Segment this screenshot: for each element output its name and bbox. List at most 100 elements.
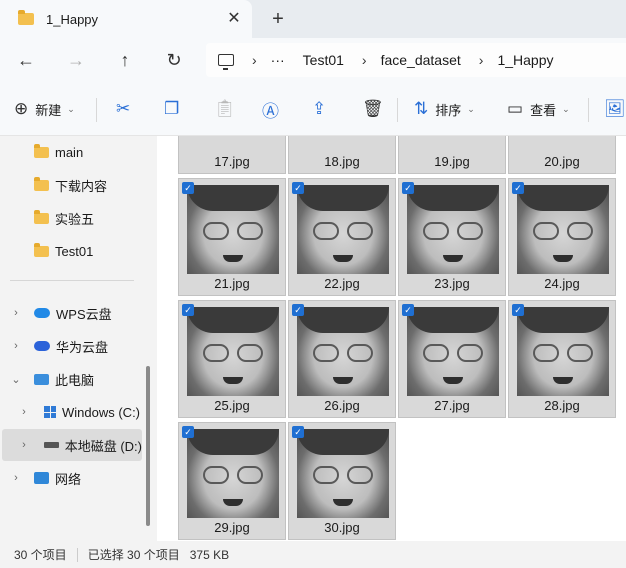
sidebar-item-label: main — [55, 144, 84, 160]
file-tile[interactable]: ✓ 28.jpg — [508, 300, 616, 418]
selection-checkbox[interactable]: ✓ — [512, 304, 524, 316]
selection-checkbox[interactable]: ✓ — [292, 182, 304, 194]
selection-checkbox[interactable]: ✓ — [402, 182, 414, 194]
file-tile[interactable]: 20.jpg — [508, 136, 616, 174]
chevron-right-icon[interactable]: › — [18, 439, 30, 451]
selection-checkbox[interactable]: ✓ — [512, 182, 524, 194]
new-button[interactable]: ⊕ 新建 ⌄ — [14, 97, 75, 121]
sidebar-item-downloads[interactable]: 下载内容 — [0, 169, 145, 201]
sort-label: 排序 — [435, 102, 462, 118]
file-tile[interactable]: ✓ 23.jpg — [398, 178, 506, 296]
up-button[interactable]: ↑ — [113, 48, 137, 72]
back-button[interactable]: ← — [14, 48, 38, 72]
sidebar-item-main[interactable]: main — [0, 136, 145, 168]
folder-icon — [34, 176, 49, 191]
view-button[interactable]: ▭ 查看 ⌄ — [507, 97, 570, 121]
file-tile[interactable]: ✓ 25.jpg — [178, 300, 286, 418]
copy-button[interactable]: ❐ — [164, 97, 179, 121]
trash-icon: 🗑︎ — [362, 99, 384, 118]
paste-button[interactable]: 📋︎ — [214, 97, 236, 121]
sidebar-item-local-disk-d[interactable]: › 本地磁盘 (D:) — [2, 429, 142, 461]
file-tile[interactable]: 17.jpg — [178, 136, 286, 174]
chevron-right-icon[interactable]: › — [10, 307, 22, 319]
rename-button[interactable]: Ⓐ — [262, 97, 279, 121]
delete-button[interactable]: 🗑︎ — [362, 97, 384, 121]
sidebar-item-network[interactable]: › 网络 — [0, 462, 145, 494]
selection-checkbox[interactable]: ✓ — [182, 426, 194, 438]
breadcrumb-more[interactable]: ··· — [271, 52, 285, 68]
breadcrumb-face-dataset[interactable]: face_dataset — [381, 52, 461, 68]
chevron-down-icon: ⌄ — [562, 103, 570, 114]
file-name: 28.jpg — [544, 398, 580, 413]
sidebar-item-label: 此电脑 — [55, 372, 95, 388]
status-divider — [76, 547, 78, 562]
selection-checkbox[interactable]: ✓ — [292, 304, 304, 316]
file-tile[interactable]: 19.jpg — [398, 136, 506, 174]
forward-button[interactable]: → — [64, 48, 88, 72]
file-name: 17.jpg — [214, 154, 250, 169]
selection-checkbox[interactable]: ✓ — [182, 304, 194, 316]
address-bar[interactable]: › ··· Test01 › face_dataset › 1_Happy — [206, 43, 626, 77]
sidebar-item-this-pc[interactable]: ⌄ 此电脑 — [0, 363, 145, 395]
new-tab-button[interactable]: + — [266, 7, 290, 31]
thumbnail-glasses-left — [203, 222, 229, 240]
sidebar-scrollbar[interactable] — [146, 366, 150, 526]
plus-circle-icon: ⊕ — [14, 99, 29, 118]
breadcrumb-test01[interactable]: Test01 — [303, 52, 344, 68]
thumbnail-mouth — [333, 499, 353, 506]
chevron-right-icon[interactable]: › — [18, 406, 30, 418]
file-tile[interactable]: ✓ 22.jpg — [288, 178, 396, 296]
sidebar-item-huawei-cloud[interactable]: › 华为云盘 — [0, 330, 145, 362]
view-icon: ▭ — [507, 99, 524, 118]
thumbnail-hair — [407, 185, 499, 211]
file-tile[interactable]: ✓ 21.jpg — [178, 178, 286, 296]
share-button[interactable]: ⇪ — [312, 97, 326, 121]
file-tile[interactable]: ✓ 24.jpg — [508, 178, 616, 296]
folder-icon — [34, 242, 49, 257]
file-tile[interactable]: ✓ 26.jpg — [288, 300, 396, 418]
file-tile[interactable]: ✓ 30.jpg — [288, 422, 396, 540]
folder-icon — [18, 10, 34, 25]
chevron-right-icon[interactable]: › — [10, 340, 22, 352]
thumbnail-hair — [187, 429, 279, 455]
selection-checkbox[interactable]: ✓ — [402, 304, 414, 316]
navigation-row: ← → ↑ ↻ › ··· Test01 › face_dataset › 1_… — [0, 38, 626, 82]
file-tile[interactable]: ✓ 29.jpg — [178, 422, 286, 540]
thumbnail-glasses-left — [423, 222, 449, 240]
thumbnail-mouth — [223, 255, 243, 262]
sort-button[interactable]: ⇅ 排序 ⌄ — [414, 97, 475, 121]
chevron-down-icon: ⌄ — [467, 103, 475, 114]
thumbnail-glasses-right — [457, 222, 483, 240]
sidebar-item-label: 华为云盘 — [56, 339, 109, 355]
sidebar-item-test01[interactable]: Test01 — [0, 235, 145, 267]
cloud-icon — [34, 308, 50, 318]
close-tab-icon[interactable]: ✕ — [224, 9, 244, 29]
tab-1-happy[interactable]: 1_Happy ✕ — [0, 0, 252, 38]
folder-icon — [34, 143, 49, 158]
chevron-down-icon: ⌄ — [67, 103, 75, 114]
details-pane-button[interactable]: 🖼︎ — [604, 97, 626, 121]
toolbar-divider — [96, 98, 97, 122]
chevron-right-icon[interactable]: › — [10, 472, 22, 484]
refresh-button[interactable]: ↻ — [162, 48, 186, 72]
sidebar-item-windows-c[interactable]: › Windows (C:) — [0, 396, 145, 428]
thumbnail-glasses-left — [313, 466, 339, 484]
face-thumbnail — [517, 185, 609, 274]
breadcrumb-1-happy[interactable]: 1_Happy — [497, 52, 553, 68]
chevron-down-icon[interactable]: ⌄ — [10, 373, 22, 386]
cut-button[interactable]: ✂ — [116, 97, 130, 121]
status-bar: 30 个项目 已选择 30 个项目 375 KB — [0, 541, 626, 568]
copy-icon: ❐ — [164, 99, 180, 118]
thumbnail-hair — [187, 307, 279, 333]
selection-checkbox[interactable]: ✓ — [292, 426, 304, 438]
file-tile[interactable]: 18.jpg — [288, 136, 396, 174]
sidebar-item-experiment5[interactable]: 实验五 — [0, 202, 145, 234]
selection-size: 375 KB — [189, 547, 230, 562]
item-count: 30 个项目 — [14, 548, 67, 562]
selection-checkbox[interactable]: ✓ — [182, 182, 194, 194]
file-name: 22.jpg — [324, 276, 360, 291]
breadcrumb-separator: › — [478, 52, 484, 68]
thumbnail-glasses-left — [313, 344, 339, 362]
sidebar-item-wps-cloud[interactable]: › WPS云盘 — [0, 297, 145, 329]
file-tile[interactable]: ✓ 27.jpg — [398, 300, 506, 418]
